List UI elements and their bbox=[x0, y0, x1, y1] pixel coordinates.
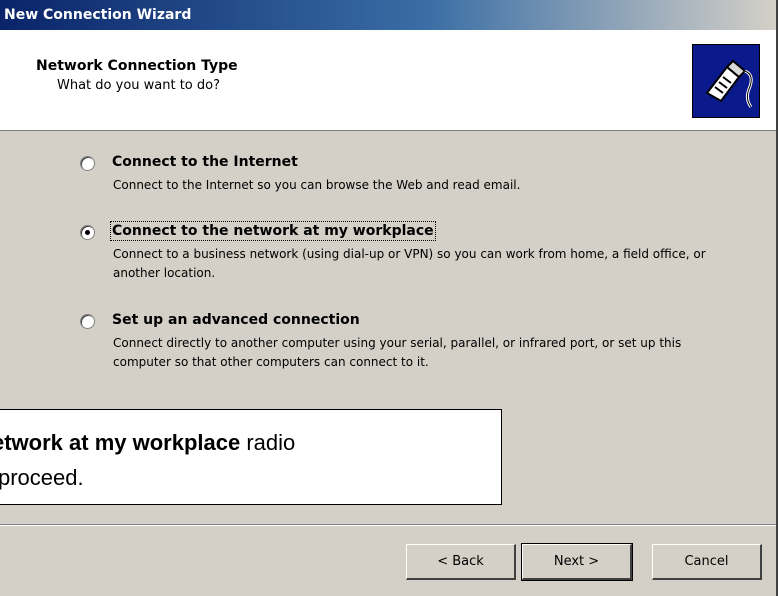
callout-bold-text: etwork at my workplace bbox=[0, 430, 241, 455]
wizard-header: Network Connection Type What do you want… bbox=[0, 30, 776, 131]
radio-advanced-connection[interactable] bbox=[80, 314, 95, 329]
next-button[interactable]: Next > bbox=[521, 543, 633, 581]
instruction-callout: etwork at my workplace radio proceed. bbox=[0, 409, 502, 505]
window-title: New Connection Wizard bbox=[4, 7, 192, 23]
back-button[interactable]: < Back bbox=[406, 544, 516, 580]
page-subtitle: What do you want to do? bbox=[57, 78, 221, 93]
option-label-connect-workplace[interactable]: Connect to the network at my workplace bbox=[110, 221, 436, 241]
callout-text-after: radio bbox=[240, 430, 296, 455]
button-separator bbox=[0, 524, 776, 526]
cancel-button[interactable]: Cancel bbox=[652, 544, 762, 580]
radio-connect-workplace[interactable] bbox=[80, 225, 95, 240]
option-label-connect-internet[interactable]: Connect to the Internet bbox=[112, 154, 298, 170]
page-title: Network Connection Type bbox=[36, 58, 238, 74]
option-desc-connect-workplace: Connect to a business network (using dia… bbox=[113, 247, 706, 280]
wizard-window: New Connection Wizard Network Connection… bbox=[0, 0, 778, 596]
option-desc-advanced-connection: Connect directly to another computer usi… bbox=[113, 336, 682, 369]
option-desc-connect-internet: Connect to the Internet so you can brows… bbox=[113, 178, 521, 192]
network-connection-icon bbox=[692, 44, 760, 118]
option-label-advanced-connection[interactable]: Set up an advanced connection bbox=[112, 312, 360, 328]
callout-line-1: etwork at my workplace radio bbox=[0, 430, 295, 456]
radio-connect-internet[interactable] bbox=[80, 156, 95, 171]
title-bar[interactable]: New Connection Wizard bbox=[0, 0, 776, 30]
callout-line-2: proceed. bbox=[0, 465, 84, 490]
